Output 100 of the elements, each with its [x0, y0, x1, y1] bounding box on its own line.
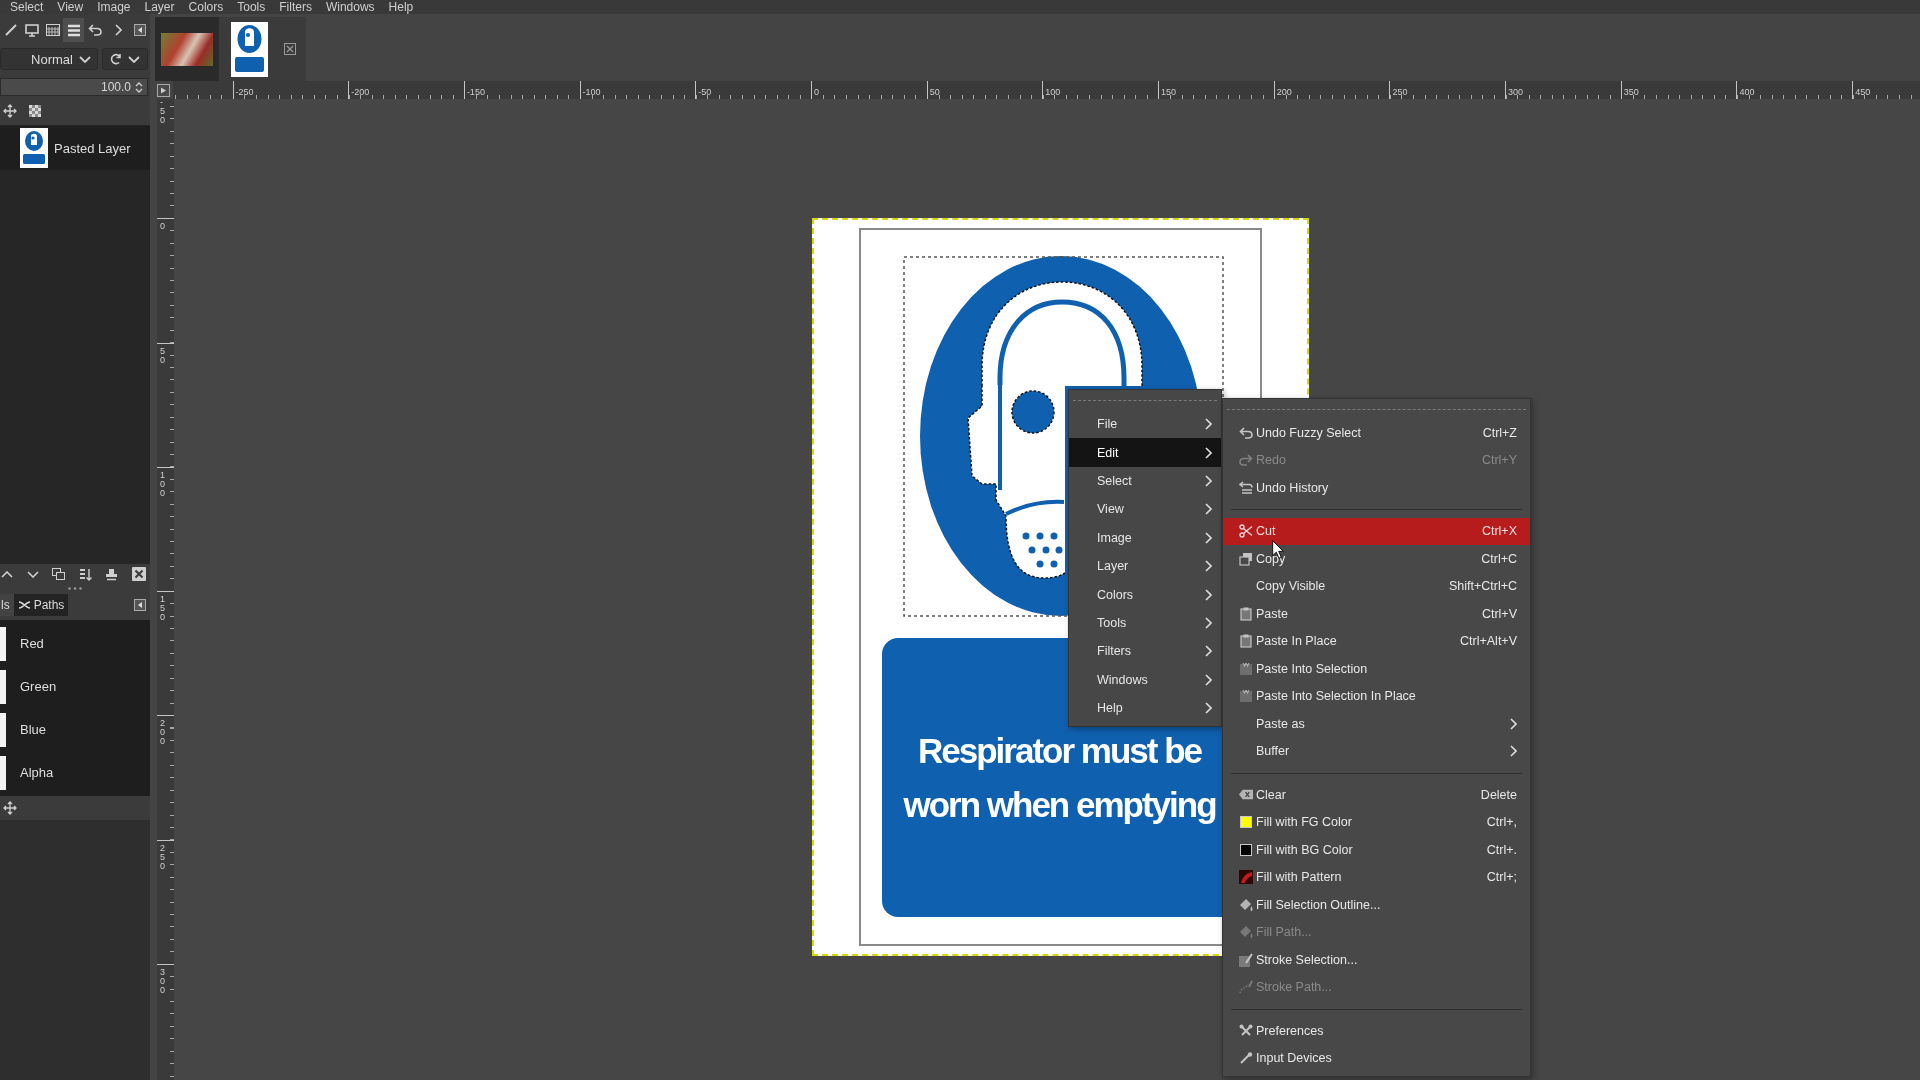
caret-icon: [79, 55, 91, 63]
clipboard-icon: [1240, 634, 1252, 649]
menu-item[interactable]: Filters: [1069, 637, 1221, 666]
input-device-icon: [1239, 1052, 1253, 1065]
menu-item[interactable]: Layer: [1069, 551, 1221, 581]
pattern-swatch-icon: [1239, 870, 1253, 885]
caret-down-icon[interactable]: [26, 570, 39, 578]
menu-item[interactable]: Colors: [1069, 580, 1221, 609]
checkerboard-icon[interactable]: [29, 105, 41, 117]
chevron-right-icon[interactable]: [115, 24, 122, 36]
menu-item[interactable]: View: [1069, 495, 1221, 524]
menu-item[interactable]: Fill Selection Outline...: [1223, 891, 1530, 919]
menu-bar-item[interactable]: Windows: [318, 0, 382, 14]
menu-item[interactable]: Preferences: [1223, 1017, 1530, 1045]
ruler-label: -150: [466, 87, 485, 97]
menu-bar-item[interactable]: Image: [90, 0, 138, 14]
menu-item[interactable]: Windows: [1069, 665, 1221, 694]
layer-item[interactable]: Pasted Layer: [0, 126, 150, 170]
menu-item[interactable]: Undo History: [1223, 474, 1530, 502]
ruler-label: 350: [1623, 87, 1639, 97]
close-icon[interactable]: [284, 43, 296, 55]
sign-thumbnail: [231, 21, 268, 77]
menu-bar-item[interactable]: Tools: [230, 0, 273, 14]
ruler-label: 0: [813, 87, 819, 97]
channel-thumbnail: [0, 755, 6, 790]
channel-item[interactable]: Blue: [0, 708, 150, 751]
menu-item[interactable]: Tools: [1069, 608, 1221, 638]
channel-item[interactable]: Red: [0, 622, 150, 665]
mode-dropdown[interactable]: Normal: [0, 48, 98, 70]
menu-item[interactable]: Fill with BG Color Ctrl+.: [1223, 836, 1530, 864]
menu-item[interactable]: Select: [1069, 466, 1221, 496]
cycle-icon: [110, 53, 122, 65]
menu-item[interactable]: Copy Visible Shift+Ctrl+C: [1223, 572, 1530, 600]
menu-item[interactable]: Stroke Selection...: [1223, 946, 1530, 974]
dock-tab[interactable]: Paths: [13, 594, 69, 616]
dock-tab[interactable]: ls: [0, 594, 14, 616]
shortcut-label: Ctrl+Y: [1481, 453, 1517, 468]
menu-bar-item[interactable]: Layer: [137, 0, 182, 14]
ruler-label: 0: [160, 222, 165, 232]
ruler-label: 400: [1739, 87, 1755, 97]
sign-text: worn when emptying: [903, 783, 1216, 826]
ruler-corner-icon[interactable]: [157, 83, 170, 97]
menu-item[interactable]: Paste In Place Ctrl+Alt+V: [1223, 627, 1530, 655]
image-tab[interactable]: [219, 17, 306, 81]
menu-item[interactable]: Help: [1069, 693, 1221, 723]
menu-item[interactable]: Input Devices: [1223, 1044, 1530, 1072]
menu-item[interactable]: Fill with Pattern Ctrl+;: [1223, 863, 1530, 891]
duplicate-icon[interactable]: [52, 568, 66, 580]
dropdown[interactable]: [102, 48, 148, 70]
delete-icon[interactable]: [131, 567, 146, 581]
image-tab[interactable]: [155, 17, 219, 81]
menu-bar-item[interactable]: Select: [3, 0, 51, 14]
merge-down-icon[interactable]: [78, 567, 92, 581]
menu-item[interactable]: Clear Delete: [1223, 781, 1530, 809]
menu-item[interactable]: Cut Ctrl+X: [1223, 517, 1530, 545]
ruler-label: 300: [1508, 87, 1524, 97]
menu-item[interactable]: Paste as: [1223, 710, 1530, 738]
menu-item[interactable]: Image: [1069, 523, 1221, 552]
menu-item[interactable]: File: [1069, 410, 1221, 439]
undo-icon: [87, 24, 102, 36]
grid-icon: [45, 24, 60, 36]
shortcut-label: Ctrl+C: [1481, 551, 1517, 566]
channel-item[interactable]: Green: [0, 665, 150, 708]
channel-thumbnail: [0, 669, 6, 704]
ruler-label: 50: [929, 87, 940, 97]
menu-bar-item[interactable]: Help: [381, 0, 421, 14]
channel-item[interactable]: Alpha: [0, 751, 150, 794]
anchor-icon[interactable]: [105, 567, 119, 581]
opacity-field[interactable]: 100.0: [0, 78, 148, 96]
menu-item[interactable]: Paste Ctrl+V: [1223, 600, 1530, 628]
menu-item[interactable]: Edit: [1069, 438, 1221, 467]
menu-bar-item[interactable]: Colors: [181, 0, 231, 14]
channel-thumbnail: [0, 712, 6, 747]
caret-up-icon[interactable]: [1, 570, 13, 578]
grip-icon[interactable]: [68, 586, 82, 590]
ruler-label: 100: [1045, 87, 1061, 97]
shortcut-label: Ctrl+Z: [1482, 425, 1517, 440]
menu-item[interactable]: Copy Ctrl+C: [1223, 545, 1530, 573]
panel-menu-icon[interactable]: [134, 24, 146, 36]
menu-bar-item[interactable]: View: [50, 0, 91, 14]
move-icon[interactable]: [3, 104, 17, 118]
menu-item[interactable]: Paste Into Selection: [1223, 655, 1530, 683]
ruler-label: -200: [351, 87, 370, 97]
menu-bar-item[interactable]: Filters: [272, 0, 319, 14]
move-icon[interactable]: [3, 801, 17, 815]
panel-menu-icon[interactable]: [134, 599, 146, 611]
ruler-label: 300: [160, 968, 165, 996]
menu-item[interactable]: Undo Fuzzy Select Ctrl+Z: [1223, 419, 1530, 447]
ruler-label: -50: [698, 87, 712, 97]
history-icon: [1239, 481, 1253, 495]
opacity-value: 100.0: [100, 80, 131, 94]
spin-arrows-icon[interactable]: [135, 80, 143, 94]
shortcut-label: Ctrl+X: [1481, 524, 1517, 539]
menu-item[interactable]: Buffer: [1223, 737, 1530, 765]
dock-tab[interactable]: [63, 18, 84, 42]
path-icon: [17, 600, 31, 610]
monitor-icon: [24, 23, 39, 37]
shortcut-label: Ctrl+,: [1486, 815, 1517, 830]
menu-item[interactable]: Paste Into Selection In Place: [1223, 682, 1530, 710]
menu-item[interactable]: Fill with FG Color Ctrl+,: [1223, 808, 1530, 836]
